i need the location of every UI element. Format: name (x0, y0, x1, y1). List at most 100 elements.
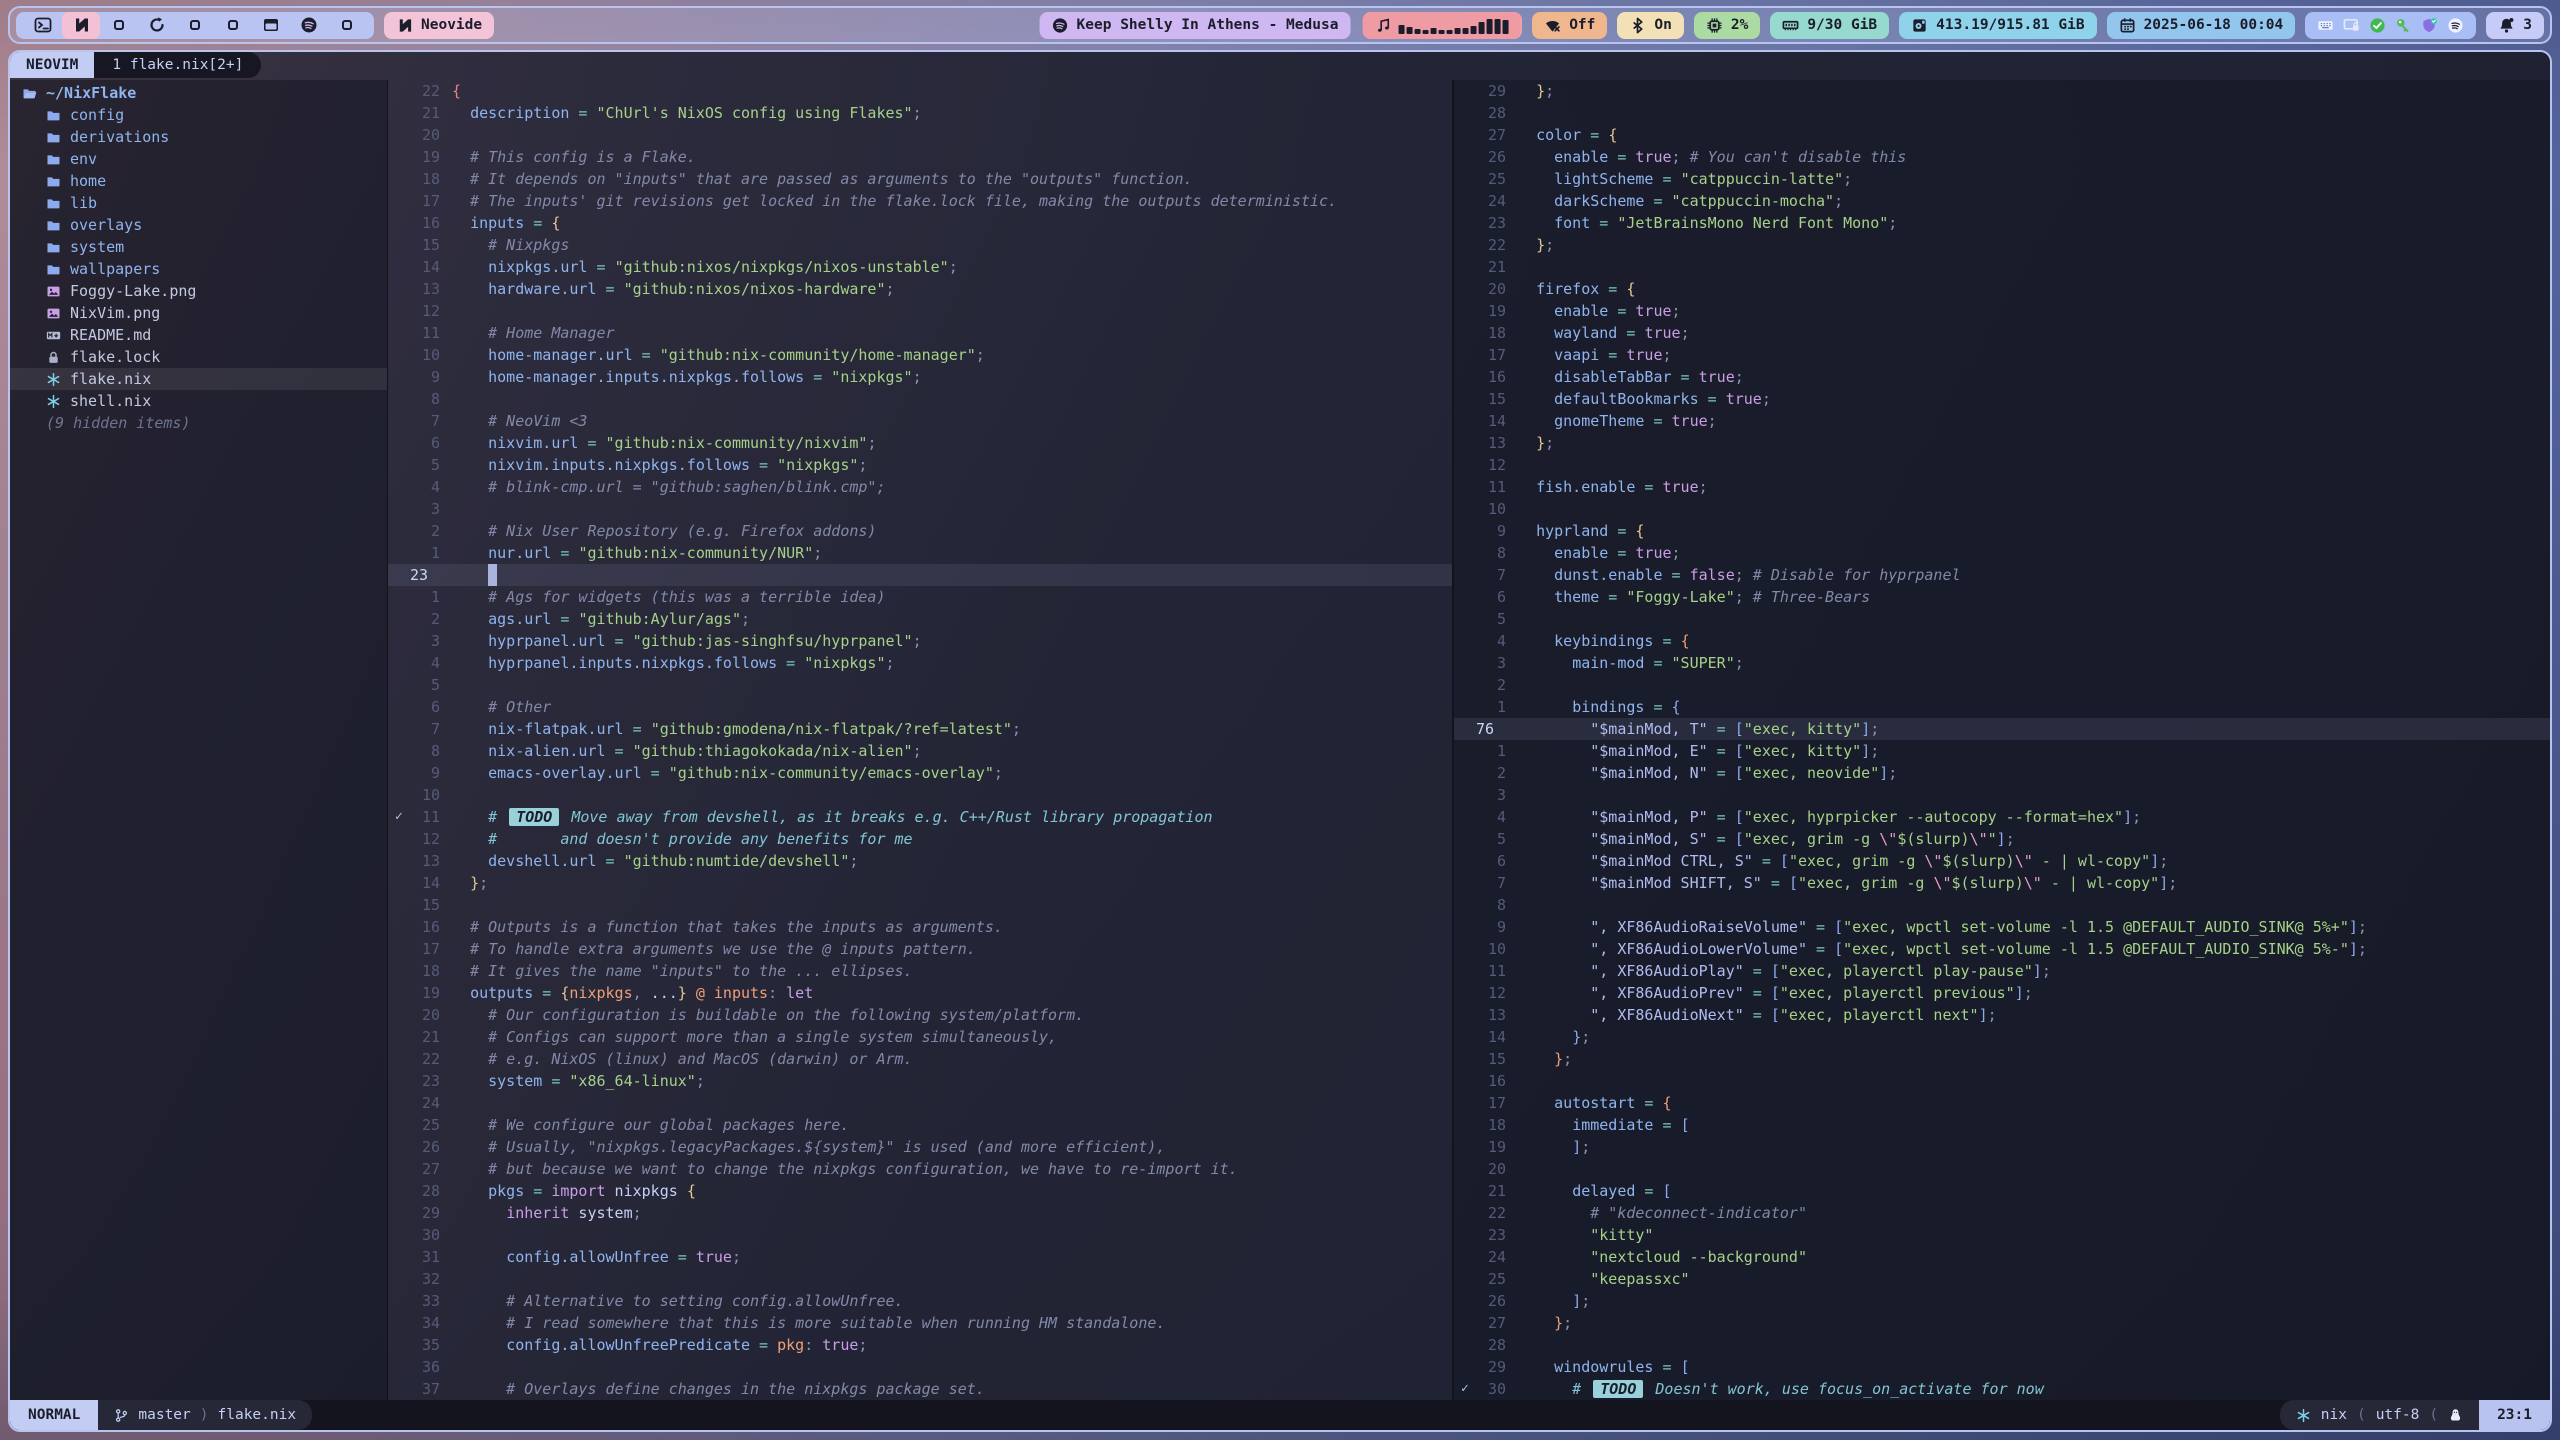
code-line[interactable]: 18 # It gives the name "inputs" to the .… (388, 960, 1452, 982)
code-line[interactable]: 23 font = "JetBrainsMono Nerd Font Mono"… (1454, 212, 2550, 234)
code-line[interactable]: 3 (388, 498, 1452, 520)
code-line[interactable]: 36 (388, 1356, 1452, 1378)
code-line[interactable]: 6 # Other (388, 696, 1452, 718)
code-line[interactable]: 19 # This config is a Flake. (388, 146, 1452, 168)
code-line[interactable]: 2 ags.url = "github:Aylur/ags"; (388, 608, 1452, 630)
code-line[interactable]: 20 (1454, 1158, 2550, 1180)
code-line[interactable]: 7 dunst.enable = false; # Disable for hy… (1454, 564, 2550, 586)
code-line[interactable]: 26 ]; (1454, 1290, 2550, 1312)
network-pill[interactable]: Off (1532, 12, 1607, 39)
tree-item-flake-lock[interactable]: flake.lock (10, 346, 387, 368)
code-line[interactable]: 23 "kitty" (1454, 1224, 2550, 1246)
code-line[interactable]: 26 # Usually, "nixpkgs.legacyPackages.${… (388, 1136, 1452, 1158)
bluetooth-pill[interactable]: On (1617, 12, 1683, 39)
workspace-7[interactable] (252, 12, 290, 39)
workspace-9[interactable] (328, 12, 366, 39)
workspace-8[interactable] (290, 12, 328, 39)
code-line[interactable]: 17 vaapi = true; (1454, 344, 2550, 366)
code-line[interactable]: 27 color = { (1454, 124, 2550, 146)
code-line[interactable]: 9 ", XF86AudioRaiseVolume" = ["exec, wpc… (1454, 916, 2550, 938)
code-line[interactable]: 1 bindings = { (1454, 696, 2550, 718)
code-line[interactable]: 22 # "kdeconnect-indicator" (1454, 1202, 2550, 1224)
code-line[interactable]: 21 # Configs can support more than a sin… (388, 1026, 1452, 1048)
code-line[interactable]: 6 "$mainMod CTRL, S" = ["exec, grim -g \… (1454, 850, 2550, 872)
code-line[interactable]: 33 # Alternative to setting config.allow… (388, 1290, 1452, 1312)
code-line[interactable]: 16 # Outputs is a function that takes th… (388, 916, 1452, 938)
tree-item-wallpapers[interactable]: wallpapers (10, 258, 387, 280)
tree-item-config[interactable]: config (10, 104, 387, 126)
clock-pill[interactable]: 2025-06-18 00:04 (2107, 12, 2296, 39)
code-line[interactable]: 14 nixpkgs.url = "github:nixos/nixpkgs/n… (388, 256, 1452, 278)
code-line[interactable]: 25 lightScheme = "catppuccin-latte"; (1454, 168, 2550, 190)
code-line[interactable]: 24 (388, 1092, 1452, 1114)
code-line[interactable]: 10 home-manager.url = "github:nix-commun… (388, 344, 1452, 366)
code-line[interactable]: 16 disableTabBar = true; (1454, 366, 2550, 388)
code-line[interactable]: 4 keybindings = { (1454, 630, 2550, 652)
vpn-shield-icon[interactable] (2421, 17, 2438, 34)
code-line[interactable]: 22 # e.g. NixOS (linux) and MacOS (darwi… (388, 1048, 1452, 1070)
code-line[interactable]: 37 # Overlays define changes in the nixp… (388, 1378, 1452, 1400)
code-line[interactable]: 16 (1454, 1070, 2550, 1092)
code-line[interactable]: 10 (1454, 498, 2550, 520)
code-line[interactable]: 7 nix-flatpak.url = "github:gmodena/nix-… (388, 718, 1452, 740)
code-line[interactable]: 18 # It depends on "inputs" that are pas… (388, 168, 1452, 190)
code-line[interactable]: 23 (388, 564, 1452, 586)
tree-item-nixvim-png[interactable]: NixVim.png (10, 302, 387, 324)
cpu-pill[interactable]: 2% (1694, 12, 1760, 39)
tree-item-flake-nix[interactable]: flake.nix (10, 368, 387, 390)
code-line[interactable]: 20 (388, 124, 1452, 146)
code-line[interactable]: 76 "$mainMod, T" = ["exec, kitty"]; (1454, 718, 2550, 740)
tree-item-shell-nix[interactable]: shell.nix (10, 390, 387, 412)
code-line[interactable]: 29 windowrules = [ (1454, 1356, 2550, 1378)
code-line[interactable]: 34 # I read somewhere that this is more … (388, 1312, 1452, 1334)
code-line[interactable]: 17 autostart = { (1454, 1092, 2550, 1114)
code-line[interactable]: 3 (1454, 784, 2550, 806)
code-line[interactable]: 30 (388, 1224, 1452, 1246)
code-line[interactable]: 12 ", XF86AudioPrev" = ["exec, playerctl… (1454, 982, 2550, 1004)
workspace-5[interactable] (176, 12, 214, 39)
code-line[interactable]: 28 (1454, 102, 2550, 124)
code-line[interactable]: 15 }; (1454, 1048, 2550, 1070)
memory-pill[interactable]: 9/30 GiB (1770, 12, 1889, 39)
code-line[interactable]: 13 hardware.url = "github:nixos/nixos-ha… (388, 278, 1452, 300)
code-line[interactable]: 4 "$mainMod, P" = ["exec, hyprpicker --a… (1454, 806, 2550, 828)
code-line[interactable]: 15 # Nixpkgs (388, 234, 1452, 256)
code-line[interactable]: 20 firefox = { (1454, 278, 2550, 300)
code-line[interactable]: 28 pkgs = import nixpkgs { (388, 1180, 1452, 1202)
code-line[interactable]: 25 "keepassxc" (1454, 1268, 2550, 1290)
tree-item-env[interactable]: env (10, 148, 387, 170)
code-line[interactable]: 31 config.allowUnfree = true; (388, 1246, 1452, 1268)
visualizer-pill[interactable] (1362, 12, 1520, 39)
code-line[interactable]: 13 }; (1454, 432, 2550, 454)
code-line[interactable]: 8 (1454, 894, 2550, 916)
code-line[interactable]: 32 (388, 1268, 1452, 1290)
code-line[interactable]: 14 }; (388, 872, 1452, 894)
code-line[interactable]: 6 nixvim.url = "github:nix-community/nix… (388, 432, 1452, 454)
code-line[interactable]: 15 (388, 894, 1452, 916)
code-line[interactable]: 20 # Our configuration is buildable on t… (388, 1004, 1452, 1026)
code-line[interactable]: 23 system = "x86_64-linux"; (388, 1070, 1452, 1092)
code-line[interactable]: 22{ (388, 80, 1452, 102)
editor-left[interactable]: 22{21 description = "ChUrl's NixOS confi… (388, 80, 1452, 1400)
code-line[interactable]: 4 hyprpanel.inputs.nixpkgs.follows = "ni… (388, 652, 1452, 674)
screenshot-icon[interactable] (2343, 17, 2360, 34)
code-line[interactable]: 9 emacs-overlay.url = "github:nix-commun… (388, 762, 1452, 784)
notifications-pill[interactable]: 3 (2486, 12, 2544, 39)
code-line[interactable]: 29 inherit system; (388, 1202, 1452, 1224)
code-line[interactable]: 5 "$mainMod, S" = ["exec, grim -g \"$(sl… (1454, 828, 2550, 850)
code-line[interactable]: 5 (388, 674, 1452, 696)
code-line[interactable]: 7 # NeoVim <3 (388, 410, 1452, 432)
code-line[interactable]: 27 # but because we want to change the n… (388, 1158, 1452, 1180)
code-line[interactable]: 6 theme = "Foggy-Lake"; # Three-Bears (1454, 586, 2550, 608)
code-line[interactable]: 11 # Home Manager (388, 322, 1452, 344)
code-line[interactable]: 21 (1454, 256, 2550, 278)
code-line[interactable]: 19 ]; (1454, 1136, 2550, 1158)
media-pill[interactable]: Keep Shelly In Athens - Medusa (1040, 12, 1351, 39)
tree-item--9-hidden-items-[interactable]: (9 hidden items) (10, 412, 387, 434)
code-line[interactable]: 12 # and doesn't provide any benefits fo… (388, 828, 1452, 850)
code-line[interactable]: 21 delayed = [ (1454, 1180, 2550, 1202)
code-line[interactable]: 3 main-mod = "SUPER"; (1454, 652, 2550, 674)
code-line[interactable]: ✓11 # TODO Move away from devshell, as i… (388, 806, 1452, 828)
spotify-tray-icon[interactable] (2447, 17, 2464, 34)
code-line[interactable]: 12 (388, 300, 1452, 322)
